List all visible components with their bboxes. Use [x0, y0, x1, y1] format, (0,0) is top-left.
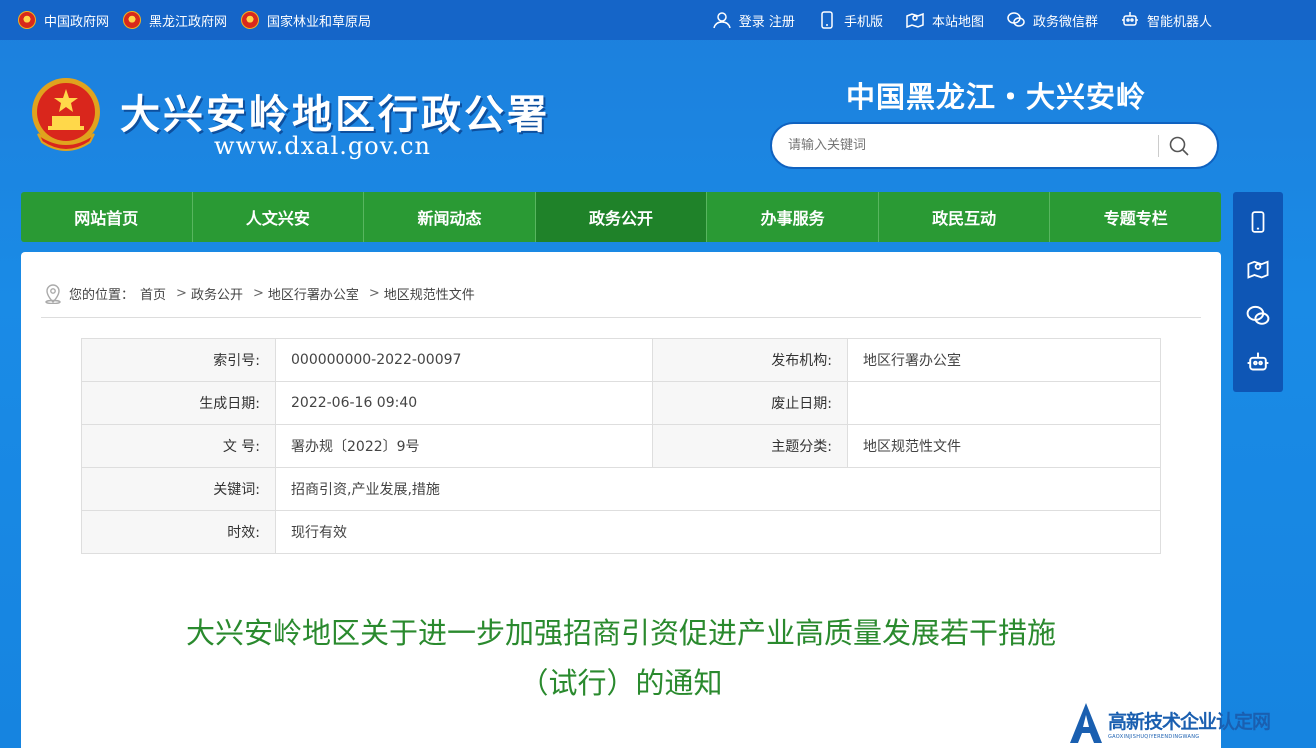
- region-title: 中国黑龙江・大兴安岭: [846, 80, 1147, 114]
- top-bar: 中国政府网 黑龙江政府网 国家林业和草原局 登录 注册 手机版 本站地图 政务微…: [0, 0, 1316, 40]
- mobile-icon: [1251, 210, 1265, 233]
- keywords-label: 关键词:: [81, 467, 276, 511]
- document-title-line2: （试行）的通知: [519, 666, 723, 700]
- login-register-label: 登录 注册: [738, 14, 795, 30]
- top-link-hlj-gov[interactable]: 黑龙江政府网: [123, 11, 227, 30]
- robot-label: 智能机器人: [1146, 14, 1212, 30]
- breadcrumb-divider: [41, 317, 1201, 318]
- location-pin-icon: [45, 284, 61, 304]
- search-input[interactable]: [788, 138, 1148, 153]
- breadcrumb-gov-affairs[interactable]: 政务公开: [191, 284, 243, 303]
- nav-item-services[interactable]: 办事服务: [707, 192, 879, 242]
- emblem-icon: [18, 11, 36, 29]
- robot-link[interactable]: 智能机器人: [1120, 10, 1212, 30]
- nav-item-topics[interactable]: 专题专栏: [1050, 192, 1221, 242]
- side-mobile-button[interactable]: [1242, 206, 1274, 238]
- sitemap-label: 本站地图: [931, 14, 984, 30]
- top-link-label: 国家林业和草原局: [267, 14, 372, 30]
- table-row: 生成日期: 2022-06-16 09:40 废止日期:: [81, 381, 1161, 425]
- search-button[interactable]: [1159, 126, 1199, 166]
- breadcrumb-separator: >: [252, 285, 264, 301]
- map-pin-icon: [906, 12, 924, 29]
- top-links: 中国政府网 黑龙江政府网 国家林业和草原局: [18, 0, 371, 40]
- table-row: 时效: 现行有效: [81, 510, 1161, 554]
- emblem-icon: [123, 11, 142, 29]
- date-label: 生成日期:: [81, 381, 276, 425]
- breadcrumb-separator: >: [176, 285, 187, 301]
- watermark: 高新技术企业认定网 GAOXINJISHUQIYERENDINGWANG: [1068, 698, 1316, 748]
- top-link-label: 黑龙江政府网: [149, 14, 228, 30]
- watermark-logo-icon: [1070, 703, 1102, 743]
- publisher-value: 地区行署办公室: [847, 338, 1161, 382]
- docno-label: 文 号:: [81, 424, 276, 468]
- nav-item-home[interactable]: 网站首页: [21, 192, 193, 242]
- table-row: 关键词: 招商引资,产业发展,措施: [81, 467, 1161, 511]
- robot-icon: [1121, 12, 1138, 26]
- table-row: 文 号: 署办规〔2022〕9号 主题分类: 地区规范性文件: [81, 424, 1161, 468]
- publisher-label: 发布机构:: [652, 338, 848, 382]
- search-box: [770, 122, 1219, 169]
- site-url: www.dxal.gov.cn: [214, 132, 431, 160]
- wechat-group-label: 政务微信群: [1032, 14, 1098, 30]
- watermark-main-text: 高新技术企业认定网: [1108, 710, 1271, 733]
- top-link-label: 中国政府网: [44, 14, 110, 30]
- mobile-version-link[interactable]: 手机版: [817, 10, 883, 30]
- nav-item-interaction[interactable]: 政民互动: [879, 192, 1051, 242]
- breadcrumb-normative-docs[interactable]: 地区规范性文件: [384, 284, 475, 303]
- expire-label: 废止日期:: [652, 381, 848, 425]
- watermark-sub-text: GAOXINJISHUQIYERENDINGWANG: [1108, 733, 1200, 740]
- index-value: 000000000-2022-00097: [275, 338, 653, 382]
- side-wechat-button[interactable]: [1242, 300, 1274, 332]
- top-right-menu: 登录 注册 手机版 本站地图 政务微信群 智能机器人: [712, 0, 1212, 40]
- user-icon: [713, 12, 731, 29]
- national-emblem-logo[interactable]: [30, 76, 102, 152]
- breadcrumb: 您的位置： 首页 > 政务公开 > 地区行署办公室 > 地区规范性文件: [43, 282, 475, 304]
- document-title: 大兴安岭地区关于进一步加强招商引资促进产业高质量发展若干措施 （试行）的通知: [21, 608, 1221, 708]
- top-link-forestry[interactable]: 国家林业和草原局: [241, 11, 371, 30]
- content-card: 您的位置： 首页 > 政务公开 > 地区行署办公室 > 地区规范性文件 索引号:…: [21, 252, 1221, 748]
- wechat-icon: [1007, 12, 1025, 27]
- document-title-line1: 大兴安岭地区关于进一步加强招商引资促进产业高质量发展若干措施: [185, 616, 1056, 650]
- date-value: 2022-06-16 09:40: [275, 381, 653, 425]
- breadcrumb-prefix: 您的位置：: [69, 287, 135, 303]
- nav-item-news[interactable]: 新闻动态: [364, 192, 536, 242]
- emblem-icon: [241, 11, 260, 29]
- side-float-bar: [1233, 192, 1283, 392]
- topic-label: 主题分类:: [652, 424, 848, 468]
- validity-value: 现行有效: [275, 510, 1161, 554]
- side-sitemap-button[interactable]: [1242, 253, 1274, 285]
- wechat-icon: [1246, 305, 1270, 325]
- expire-value: [847, 381, 1161, 425]
- map-pin-icon: [1247, 259, 1269, 279]
- validity-label: 时效:: [81, 510, 276, 554]
- table-row: 索引号: 000000000-2022-00097 发布机构: 地区行署办公室: [81, 338, 1161, 382]
- main-nav: 网站首页 人文兴安 新闻动态 政务公开 办事服务 政民互动 专题专栏: [21, 192, 1221, 242]
- wechat-group-link[interactable]: 政务微信群: [1006, 10, 1098, 30]
- breadcrumb-office[interactable]: 地区行署办公室: [268, 284, 359, 303]
- mobile-version-label: 手机版: [843, 14, 883, 30]
- breadcrumb-home[interactable]: 首页: [140, 284, 166, 303]
- index-label: 索引号:: [81, 338, 276, 382]
- document-meta-table: 索引号: 000000000-2022-00097 发布机构: 地区行署办公室 …: [81, 338, 1161, 554]
- mobile-icon: [821, 11, 833, 29]
- nav-item-culture[interactable]: 人文兴安: [193, 192, 365, 242]
- search-icon: [1169, 136, 1189, 156]
- side-robot-button[interactable]: [1242, 347, 1274, 379]
- top-link-gov-cn[interactable]: 中国政府网: [18, 11, 109, 30]
- keywords-value: 招商引资,产业发展,措施: [275, 467, 1161, 511]
- topic-value: 地区规范性文件: [847, 424, 1161, 468]
- nav-item-gov-affairs[interactable]: 政务公开: [535, 192, 708, 242]
- sitemap-link[interactable]: 本站地图: [905, 10, 984, 30]
- breadcrumb-separator: >: [368, 285, 380, 301]
- robot-icon: [1247, 352, 1269, 370]
- docno-value: 署办规〔2022〕9号: [275, 424, 653, 468]
- login-register-link[interactable]: 登录 注册: [712, 10, 795, 30]
